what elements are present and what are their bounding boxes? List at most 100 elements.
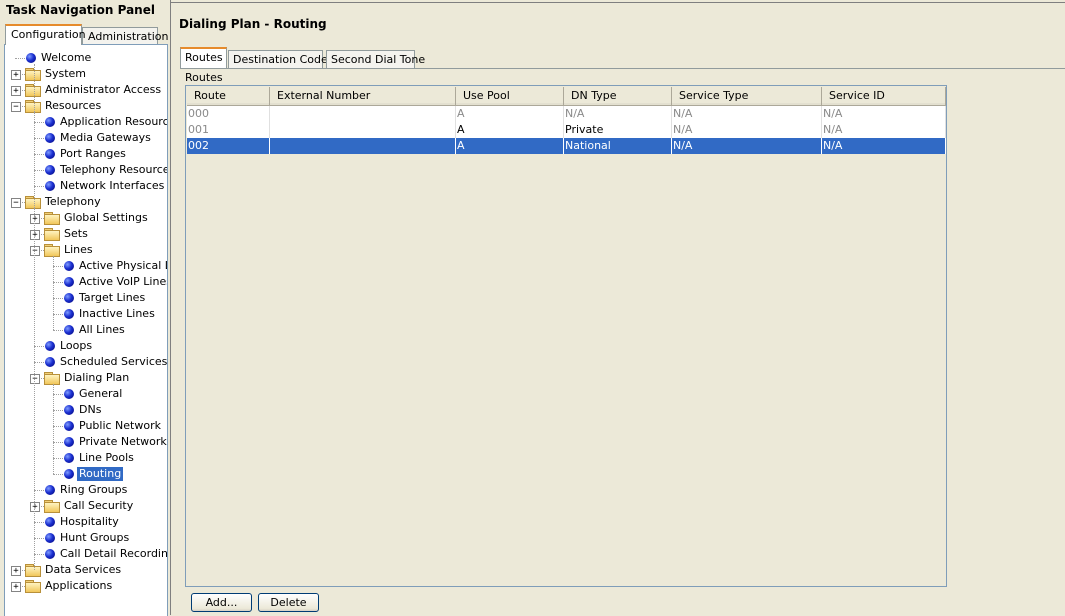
- top-border: [171, 2, 1065, 3]
- expand-icon[interactable]: +: [30, 214, 40, 224]
- tree-item-private-network[interactable]: Private Network: [5, 434, 167, 450]
- tree-item-system[interactable]: + System: [5, 66, 167, 82]
- expand-icon[interactable]: +: [11, 566, 21, 576]
- tree-item-port-ranges[interactable]: Port Ranges: [5, 146, 167, 162]
- tree-item-media-gateways[interactable]: Media Gateways: [5, 130, 167, 146]
- table-body: 000 A N/A N/A N/A 001 A Private N/A N/A …: [187, 106, 946, 154]
- column-header-external-number[interactable]: External Number: [270, 87, 456, 105]
- tree-item-target-lines[interactable]: Target Lines: [5, 290, 167, 306]
- tree-item-telephony-resources[interactable]: Telephony Resources: [5, 162, 167, 178]
- navigation-tree: Welcome + System + Administrator Access − Reso…: [4, 44, 168, 616]
- table-header: Route External Number Use Pool DN Type S…: [187, 87, 946, 106]
- tree-item-routing[interactable]: Routing: [5, 466, 167, 482]
- tree-item-administrator-access[interactable]: + Administrator Access: [5, 82, 167, 98]
- tree-item-dialing-plan[interactable]: − Dialing Plan: [5, 370, 167, 386]
- tree-item-label: Scheduled Services: [60, 355, 168, 368]
- tree-item-all-lines[interactable]: All Lines: [5, 322, 167, 338]
- tab-administration[interactable]: Administration: [82, 27, 169, 45]
- tree-item-line-pools[interactable]: Line Pools: [5, 450, 167, 466]
- tree-item-sets[interactable]: + Sets: [5, 226, 167, 242]
- folder-icon: [25, 100, 41, 113]
- tab-destination-codes[interactable]: Destination Codes: [228, 50, 334, 68]
- tree-item-data-services[interactable]: + Data Services: [5, 562, 167, 578]
- tab-second-dial-tone[interactable]: Second Dial Tone: [326, 50, 425, 68]
- expand-icon[interactable]: +: [11, 86, 21, 96]
- folder-icon: [44, 244, 60, 257]
- tree-item-label: Dialing Plan: [64, 371, 130, 384]
- tree-item-ring-groups[interactable]: Ring Groups: [5, 482, 167, 498]
- tree-item-call-security[interactable]: + Call Security: [5, 498, 167, 514]
- tree-item-label: Hunt Groups: [60, 531, 130, 544]
- tree-item-applications[interactable]: + Applications: [5, 578, 167, 594]
- expand-icon[interactable]: +: [30, 502, 40, 512]
- tree-item-telephony[interactable]: − Telephony: [5, 194, 167, 210]
- column-header-dn-type[interactable]: DN Type: [564, 87, 672, 105]
- bullet-icon: [64, 261, 74, 271]
- bullet-icon: [45, 357, 55, 367]
- bullet-icon: [26, 53, 36, 63]
- tree-item-application-resources[interactable]: Application Resources: [5, 114, 167, 130]
- bullet-icon: [45, 133, 55, 143]
- tree-item-resources[interactable]: − Resources: [5, 98, 167, 114]
- tree-item-welcome[interactable]: Welcome: [5, 50, 167, 66]
- expand-icon[interactable]: +: [30, 230, 40, 240]
- bullet-icon: [45, 149, 55, 159]
- bullet-icon: [64, 421, 74, 431]
- tree-item-label: Resources: [45, 99, 102, 112]
- tree-item-label: Port Ranges: [60, 147, 126, 160]
- delete-button[interactable]: Delete: [258, 593, 319, 612]
- tree-item-label: Target Lines: [79, 291, 146, 304]
- tree-item-inactive-lines[interactable]: Inactive Lines: [5, 306, 167, 322]
- tree-item-public-network[interactable]: Public Network: [5, 418, 167, 434]
- tab-routes[interactable]: Routes: [180, 47, 227, 68]
- routes-section-label: Routes: [185, 71, 223, 84]
- table-row-selected[interactable]: 002 A National N/A N/A: [187, 138, 946, 154]
- bullet-icon: [64, 325, 74, 335]
- column-header-use-pool[interactable]: Use Pool: [456, 87, 564, 105]
- table-row[interactable]: 001 A Private N/A N/A: [187, 122, 946, 138]
- tree-item-active-voip-lines[interactable]: Active VoIP Lines: [5, 274, 167, 290]
- table-row[interactable]: 000 A N/A N/A N/A: [187, 106, 946, 122]
- collapse-icon[interactable]: −: [30, 374, 40, 384]
- tree-item-scheduled-services[interactable]: Scheduled Services: [5, 354, 167, 370]
- tree-item-label: Active VoIP Lines: [79, 275, 168, 288]
- tree-guide-line: [53, 256, 54, 330]
- cell-external-number: [270, 106, 456, 122]
- cell-dn-type: N/A: [564, 106, 672, 122]
- tree-item-loops[interactable]: Loops: [5, 338, 167, 354]
- expand-icon[interactable]: +: [11, 582, 21, 592]
- tree-item-label: Hospitality: [60, 515, 119, 528]
- tree-item-hospitality[interactable]: Hospitality: [5, 514, 167, 530]
- tree-item-label: Application Resources: [60, 115, 167, 128]
- cell-service-id: N/A: [822, 138, 946, 154]
- folder-icon: [44, 228, 60, 241]
- expand-icon[interactable]: +: [11, 70, 21, 80]
- tree-item-call-detail-recording[interactable]: Call Detail Recording: [5, 546, 167, 562]
- folder-icon: [25, 580, 41, 593]
- tree-item-network-interfaces[interactable]: Network Interfaces: [5, 178, 167, 194]
- collapse-icon[interactable]: −: [11, 102, 21, 112]
- bullet-icon: [45, 533, 55, 543]
- cell-service-id: N/A: [822, 122, 946, 138]
- add-button[interactable]: Add...: [191, 593, 252, 612]
- column-header-route[interactable]: Route: [187, 87, 270, 105]
- folder-icon: [25, 564, 41, 577]
- collapse-icon[interactable]: −: [11, 198, 21, 208]
- bullet-icon: [64, 437, 74, 447]
- tree-item-active-physical-lines[interactable]: Active Physical Lines: [5, 258, 167, 274]
- column-header-service-type[interactable]: Service Type: [672, 87, 822, 105]
- tree-item-label: System: [45, 67, 87, 80]
- tree-item-general[interactable]: General: [5, 386, 167, 402]
- tree-item-dns[interactable]: DNs: [5, 402, 167, 418]
- bullet-icon: [45, 517, 55, 527]
- tree-item-label: Loops: [60, 339, 93, 352]
- tab-configuration[interactable]: Configuration: [5, 24, 86, 45]
- panel-divider[interactable]: [170, 0, 171, 615]
- tree-item-lines[interactable]: − Lines: [5, 242, 167, 258]
- collapse-icon[interactable]: −: [30, 246, 40, 256]
- column-header-service-id[interactable]: Service ID: [822, 87, 946, 105]
- tree-item-label: Administrator Access: [45, 83, 162, 96]
- tree-item-hunt-groups[interactable]: Hunt Groups: [5, 530, 167, 546]
- routes-table: Route External Number Use Pool DN Type S…: [185, 85, 947, 587]
- tree-item-global-settings[interactable]: + Global Settings: [5, 210, 167, 226]
